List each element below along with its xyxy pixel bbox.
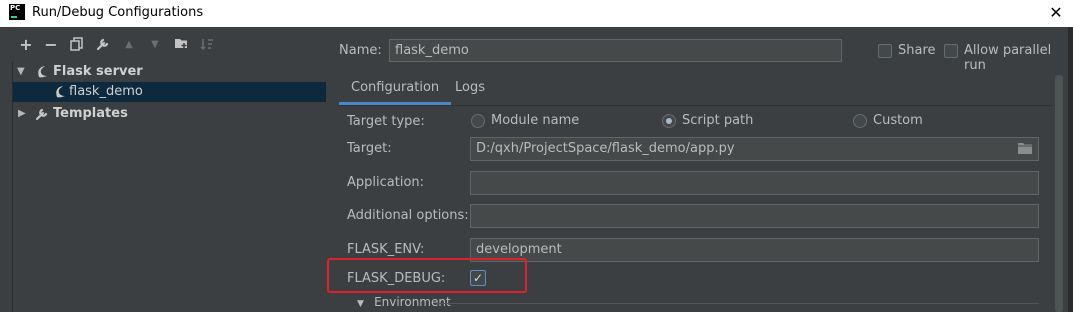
allow-parallel-run-checkbox[interactable] [944, 44, 958, 58]
title-bar: PC Run/Debug Configurations ✕ [0, 0, 1073, 27]
pycharm-app-icon: PC [9, 4, 25, 20]
application-label: Application: [347, 175, 425, 190]
collapse-arrow-icon[interactable]: ▶ [18, 104, 26, 124]
flask-env-field[interactable]: development [470, 238, 1039, 262]
move-up-button[interactable]: ▲ [121, 37, 137, 53]
tree-item-label: Templates [53, 106, 128, 121]
share-checkbox[interactable] [878, 44, 892, 58]
environment-label: Environment [374, 295, 451, 309]
tree-item-flask-demo[interactable]: flask_demo [13, 82, 326, 102]
window-edge [1068, 27, 1073, 312]
tree-item-flask-server[interactable]: ▼ Flask server [13, 62, 326, 82]
move-into-folder-button[interactable] [173, 37, 189, 53]
folder-add-icon [174, 39, 187, 48]
tree-item-label: Flask server [53, 64, 143, 79]
target-field[interactable]: D:/qxh/ProjectSpace/flask_demo/app.py [470, 137, 1039, 161]
flask-icon [56, 86, 65, 98]
radio-script-path-label: Script path [682, 113, 754, 128]
target-type-label: Target type: [347, 114, 425, 129]
sort-icon [200, 39, 213, 51]
tab-logs[interactable]: Logs [443, 75, 497, 105]
expand-arrow-icon[interactable]: ▼ [17, 62, 25, 82]
radio-custom-label: Custom [873, 113, 923, 128]
configurations-toolbar: + − ▲ ▼ [0, 27, 331, 63]
allow-parallel-run-label: Allow parallel run [964, 43, 1052, 73]
name-input[interactable]: flask_demo [389, 39, 842, 62]
window-title: Run/Debug Configurations [32, 5, 204, 20]
app-icon-text: PC [10, 4, 21, 12]
close-icon[interactable]: ✕ [1045, 2, 1067, 24]
radio-module-name[interactable] [471, 114, 485, 128]
wrench-icon [35, 108, 48, 121]
sort-configurations-button[interactable] [199, 37, 215, 53]
radio-custom[interactable] [853, 114, 867, 128]
tab-configuration[interactable]: Configuration [339, 75, 452, 105]
scrollbar-thumb[interactable] [1055, 75, 1063, 312]
configurations-tree: ▼ Flask server flask_demo ▶ Templates [12, 62, 326, 312]
environment-divider [437, 303, 1039, 304]
share-label: Share [898, 43, 936, 58]
move-down-button[interactable]: ▼ [147, 37, 163, 53]
flask-icon [38, 66, 47, 78]
wrench-icon [96, 38, 109, 51]
target-label: Target: [347, 141, 392, 156]
flask-debug-highlight [327, 258, 527, 293]
copy-icon [70, 37, 83, 51]
target-value: D:/qxh/ProjectSpace/flask_demo/app.py [476, 141, 735, 156]
copy-configuration-button[interactable] [69, 37, 85, 53]
remove-configuration-button[interactable]: − [43, 37, 59, 53]
add-configuration-button[interactable]: + [18, 37, 34, 53]
radio-module-name-label: Module name [491, 113, 580, 128]
additional-options-field[interactable] [470, 204, 1039, 228]
tree-item-label: flask_demo [69, 84, 143, 99]
tree-item-templates[interactable]: ▶ Templates [13, 104, 326, 124]
application-field[interactable] [470, 171, 1039, 195]
chevron-down-icon: ▼ [357, 299, 364, 309]
configurations-panel: + − ▲ ▼ ▼ Flask server flask_demo ▶ Temp… [0, 27, 331, 312]
vertical-scrollbar[interactable] [1053, 75, 1065, 312]
additional-options-label: Additional options: [347, 208, 469, 223]
browse-folder-icon[interactable] [1018, 142, 1032, 154]
flask-env-label: FLASK_ENV: [347, 242, 425, 257]
name-label: Name: [339, 43, 382, 58]
radio-script-path[interactable] [662, 114, 676, 128]
edit-defaults-button[interactable] [95, 37, 111, 53]
